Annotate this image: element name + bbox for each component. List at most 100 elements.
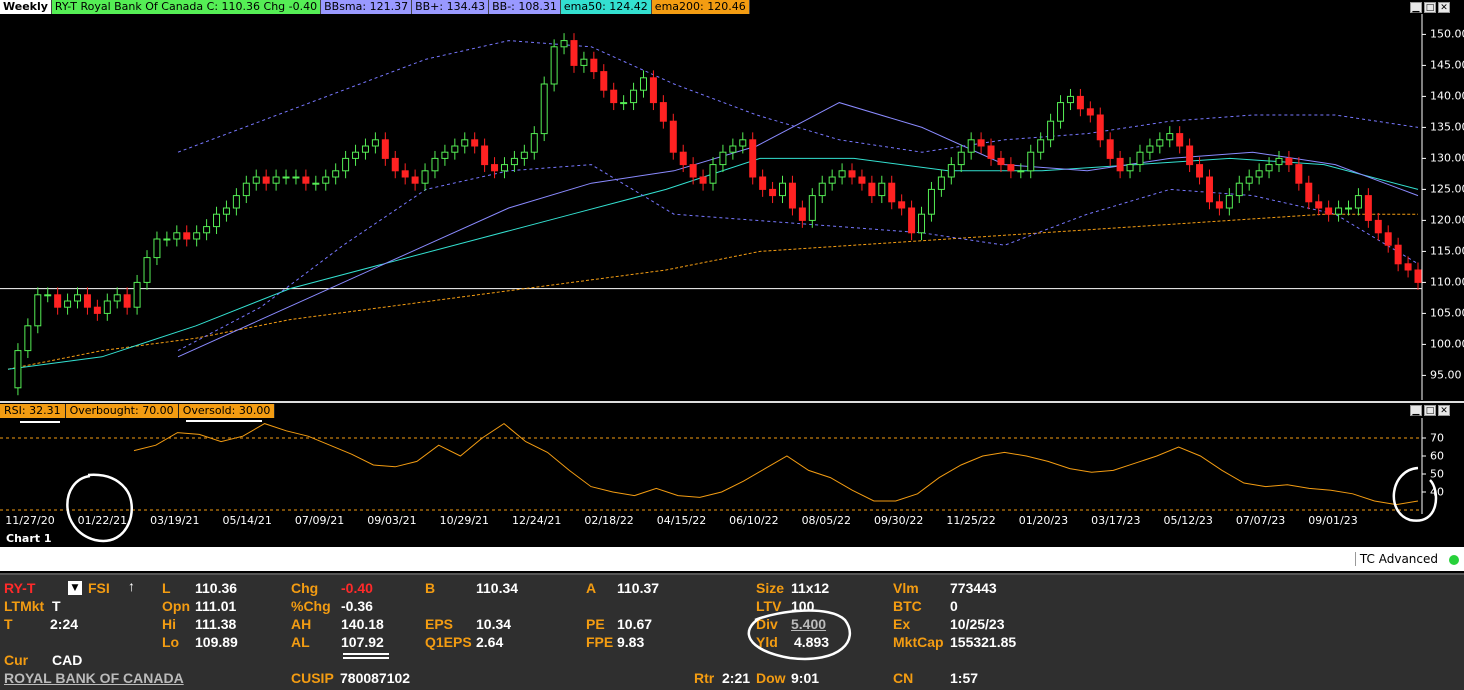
company-name[interactable]: ROYAL BANK OF CANADA (4, 670, 184, 686)
candle-body (669, 120, 677, 153)
ltv-label: LTV (756, 598, 782, 614)
price-tick-label: 95.00 (1430, 368, 1462, 382)
chg-value: -0.40 (341, 580, 373, 596)
candle-body (828, 176, 836, 184)
cusip-label: CUSIP (291, 670, 334, 686)
size-value: 11x12 (791, 580, 830, 596)
bbplus-legend: BB+: 134.43 (412, 0, 490, 14)
candle-body (74, 294, 82, 302)
candle-body (550, 46, 558, 85)
candle-body (1106, 139, 1114, 159)
candle-body (1126, 164, 1134, 172)
price-tick-label: 125.00 (1430, 182, 1464, 196)
status-bar (0, 547, 1464, 571)
candle-body (1275, 157, 1283, 166)
date-tick-label: 11/27/20 (5, 514, 55, 527)
candle-body (679, 151, 687, 166)
candle-body (977, 139, 985, 147)
candle-body (868, 182, 876, 197)
candle-body (937, 176, 945, 190)
candle-body (510, 157, 518, 166)
candle-body (1007, 164, 1015, 172)
date-tick-label: 06/10/22 (729, 514, 779, 527)
candle-body (1017, 170, 1025, 173)
candle-body (838, 170, 846, 178)
candle-body (242, 182, 250, 197)
mktcap-value: 155321.85 (950, 634, 1017, 650)
al-value: 107.92 (341, 634, 384, 650)
rsi-tick-label: 50 (1430, 467, 1444, 481)
candle-body (93, 306, 101, 314)
symbol-dropdown-icon[interactable]: ▼ (68, 581, 82, 595)
candle-body (947, 164, 955, 178)
q1eps-value: 2.64 (476, 634, 504, 650)
candle-body (1136, 151, 1144, 166)
ask-label: A (586, 580, 597, 596)
candle-body (1325, 207, 1333, 215)
tab-chart-1[interactable]: Chart 1 (6, 532, 52, 545)
price-tick-label: 115.00 (1430, 244, 1464, 258)
candle-body (639, 77, 647, 91)
candle-body (292, 176, 300, 179)
bid-label: B (425, 580, 436, 596)
cusip-value: 780087102 (340, 670, 411, 686)
dow-value: 9:01 (791, 670, 820, 686)
minimize-icon[interactable]: ▁ (1410, 2, 1422, 13)
pe-label: PE (586, 616, 605, 632)
candle-body (848, 170, 856, 178)
candle-body (818, 182, 826, 197)
candle-body (1364, 195, 1372, 221)
last-value: 110.36 (195, 580, 238, 596)
quote-symbol[interactable]: RY-T (4, 580, 35, 596)
rsi-tick-label: 70 (1430, 431, 1444, 445)
candle-body (361, 145, 369, 153)
candle-body (391, 157, 399, 172)
open-label: Opn (162, 598, 190, 614)
candle-body (788, 182, 796, 209)
bb-upper-line (177, 40, 1419, 153)
maximize-icon[interactable]: □ (1424, 2, 1436, 13)
candle-body (1146, 145, 1154, 153)
date-tick-label: 09/01/23 (1308, 514, 1358, 527)
candle-body (1265, 164, 1273, 172)
candle-body (252, 176, 260, 184)
candle-body (371, 139, 379, 147)
candle-body (779, 182, 787, 197)
candle-body (808, 195, 816, 221)
div-value[interactable]: 5.400 (791, 616, 826, 632)
candle-body (1225, 195, 1233, 209)
candle-body (967, 139, 975, 153)
date-tick-label: 10/29/21 (439, 514, 490, 527)
candle-body (1315, 201, 1323, 209)
volume-value: 773443 (950, 580, 997, 596)
price-chart[interactable] (0, 14, 1464, 400)
candle-body (193, 232, 201, 240)
close-icon[interactable]: ✕ (1438, 2, 1450, 13)
ah-label: AH (291, 616, 312, 632)
candle-body (1096, 114, 1104, 141)
date-tick-label: 07/07/23 (1235, 514, 1286, 527)
candle-body (1215, 201, 1223, 209)
candle-body (54, 294, 62, 308)
rtr-label: Rtr (694, 670, 715, 686)
candle-body (163, 238, 171, 241)
candle-body (213, 213, 221, 228)
period-label[interactable]: Weekly (0, 0, 52, 14)
candle-body (1384, 232, 1392, 246)
date-tick-label: 08/05/22 (801, 514, 851, 527)
candle-body (530, 133, 538, 153)
pane-divider[interactable] (0, 401, 1464, 403)
candle-body (272, 176, 280, 184)
candle-body (451, 145, 459, 153)
price-pane-window-controls: ▁ □ ✕ (1410, 2, 1450, 13)
rtr-value: 2:21 (722, 670, 751, 686)
currency-value: CAD (52, 652, 83, 668)
rsi-chart[interactable] (0, 404, 1464, 530)
candle-body (143, 257, 151, 283)
bbsma-legend: BBsma: 121.37 (321, 0, 413, 14)
candle-body (888, 182, 896, 203)
candle-body (719, 151, 727, 166)
tc-advanced-label[interactable]: TC Advanced (1354, 552, 1442, 566)
candle-body (1186, 145, 1194, 166)
candle-body (1394, 244, 1402, 265)
